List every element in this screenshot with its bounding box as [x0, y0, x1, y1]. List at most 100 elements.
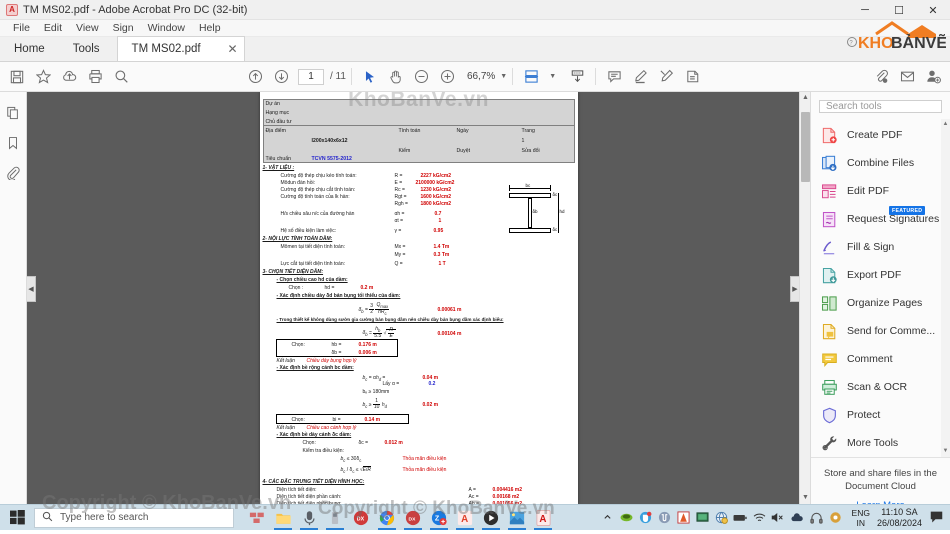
right-panel-handle[interactable]: ▶: [790, 276, 799, 302]
autocad-icon[interactable]: A: [452, 506, 478, 530]
cloud-icon[interactable]: [789, 509, 806, 526]
task-view-icon[interactable]: [244, 506, 270, 530]
tool-more-tools[interactable]: More Tools: [811, 429, 950, 457]
zoom-in-icon[interactable]: [435, 64, 461, 90]
notification-icon[interactable]: [930, 510, 943, 526]
language-line-1: ENG: [851, 507, 870, 518]
hand-icon[interactable]: [383, 64, 409, 90]
page-down-icon[interactable]: [268, 64, 294, 90]
tool-create-pdf[interactable]: Create PDF: [811, 121, 950, 149]
taskbar-search-box[interactable]: Type here to search: [34, 507, 234, 528]
picture-icon[interactable]: [504, 506, 530, 530]
tab-document[interactable]: TM MS02.pdf ✕: [116, 36, 245, 61]
search-icon[interactable]: [108, 64, 134, 90]
scroll-down-arrow[interactable]: ▼: [800, 492, 810, 504]
stamp-icon[interactable]: [679, 64, 705, 90]
bookmarks-icon[interactable]: [2, 130, 24, 156]
tools-scroll-down[interactable]: ▼: [941, 446, 950, 457]
teams-icon[interactable]: [637, 509, 654, 526]
search-tools-box[interactable]: [819, 100, 942, 113]
system-tray: ENG IN 11:10 SA 26/08/2024: [598, 505, 950, 531]
organize-pages-icon: [821, 295, 838, 312]
taskbar-clock[interactable]: 11:10 SA 26/08/2024: [877, 507, 922, 529]
menu-view[interactable]: View: [69, 20, 106, 37]
volume-mute-icon[interactable]: [770, 509, 787, 526]
vlc-icon[interactable]: [675, 509, 692, 526]
material-label-5: H/s chiều sâu n/c của đường hàn: [280, 211, 355, 217]
left-panel-handle[interactable]: ◀: [27, 276, 36, 302]
comment-icon[interactable]: [601, 64, 627, 90]
fit-page-chevron-icon[interactable]: ▼: [549, 73, 556, 80]
tool-request-signatures[interactable]: FEATURED Request Signatures: [811, 205, 950, 233]
usb-icon[interactable]: [322, 506, 348, 530]
tools-scroll-up[interactable]: ▲: [941, 119, 950, 130]
read-mode-icon[interactable]: [564, 64, 590, 90]
close-icon[interactable]: ✕: [227, 42, 237, 56]
tool-combine-files[interactable]: Combine Files: [811, 149, 950, 177]
tab-home[interactable]: Home: [0, 36, 59, 61]
chevron-down-icon[interactable]: ▼: [500, 73, 507, 80]
ibeam-cross-section-diagram: bc δc δb hd δc: [503, 183, 569, 245]
print-icon[interactable]: [82, 64, 108, 90]
zoom-level-label[interactable]: 66,7%: [467, 71, 495, 82]
draw-icon[interactable]: [653, 64, 679, 90]
wifi-icon[interactable]: [751, 509, 768, 526]
menu-edit[interactable]: Edit: [37, 20, 69, 37]
attach-cloud-icon[interactable]: [868, 64, 894, 90]
player-icon[interactable]: [478, 506, 504, 530]
menu-file[interactable]: File: [6, 20, 37, 37]
upload-cloud-icon[interactable]: [56, 64, 82, 90]
chrome2-icon[interactable]: DX: [400, 506, 426, 530]
tool-scan-ocr[interactable]: Scan & OCR: [811, 373, 950, 401]
scroll-up-arrow[interactable]: ▲: [800, 92, 810, 104]
windows-icon[interactable]: [0, 510, 34, 525]
settings-icon[interactable]: [827, 509, 844, 526]
document-viewport[interactable]: ◀ ▶ KhoBanVe.vn Dự án Hạng mục Chủ đầu t…: [27, 92, 810, 504]
dropbox-icon[interactable]: DX: [348, 506, 374, 530]
request-signatures-icon: [821, 211, 838, 228]
tools-panel-scrollbar[interactable]: ▲ ▼: [941, 119, 950, 457]
nvidia-icon[interactable]: [618, 509, 635, 526]
tool-edit-pdf[interactable]: Edit PDF: [811, 177, 950, 205]
zalo-icon[interactable]: Z: [426, 506, 452, 530]
tool-send-for-comments[interactable]: Send for Comme...: [811, 317, 950, 345]
globe-icon[interactable]: [713, 509, 730, 526]
unikey-icon[interactable]: [656, 509, 673, 526]
file-explorer-icon[interactable]: [270, 506, 296, 530]
tool-organize-pages[interactable]: Organize Pages: [811, 289, 950, 317]
battery-icon[interactable]: [732, 509, 749, 526]
add-person-icon[interactable]: [920, 64, 946, 90]
tool-export-pdf[interactable]: Export PDF: [811, 261, 950, 289]
screen-icon[interactable]: [694, 509, 711, 526]
menu-help[interactable]: Help: [192, 20, 228, 37]
cursor-icon[interactable]: [357, 64, 383, 90]
scrollbar-thumb[interactable]: [801, 112, 810, 182]
headset-icon[interactable]: [808, 509, 825, 526]
language-indicator[interactable]: ENG IN: [852, 508, 870, 528]
s3-line-1: - Chọn chiều cao hd của dầm:: [276, 277, 348, 283]
kl2-value: Chiều cao cánh hợp lý: [306, 425, 357, 431]
save-icon[interactable]: [4, 64, 30, 90]
material-sym-3: Rgt =: [394, 194, 407, 200]
menu-window[interactable]: Window: [141, 20, 192, 37]
tray-expand-icon[interactable]: [599, 509, 616, 526]
page-thumbnails-icon[interactable]: [2, 100, 24, 126]
tool-comment[interactable]: Comment: [811, 345, 950, 373]
page-up-icon[interactable]: [242, 64, 268, 90]
highlight-icon[interactable]: [627, 64, 653, 90]
fit-page-icon[interactable]: [518, 64, 544, 90]
star-icon[interactable]: [30, 64, 56, 90]
zoom-out-icon[interactable]: [409, 64, 435, 90]
tab-tools[interactable]: Tools: [59, 36, 114, 61]
acrobat-taskbar-icon[interactable]: A: [530, 506, 556, 530]
media-icon[interactable]: [296, 506, 322, 530]
attachments-icon[interactable]: [2, 160, 24, 186]
menu-sign[interactable]: Sign: [106, 20, 141, 37]
search-tools-input[interactable]: [826, 101, 935, 112]
chrome-icon[interactable]: [374, 506, 400, 530]
tool-protect[interactable]: Protect: [811, 401, 950, 429]
page-number-input[interactable]: 1: [298, 68, 324, 85]
document-scrollbar[interactable]: ▲ ▼: [799, 92, 810, 504]
tool-fill-sign[interactable]: Fill & Sign: [811, 233, 950, 261]
mail-icon[interactable]: [894, 64, 920, 90]
